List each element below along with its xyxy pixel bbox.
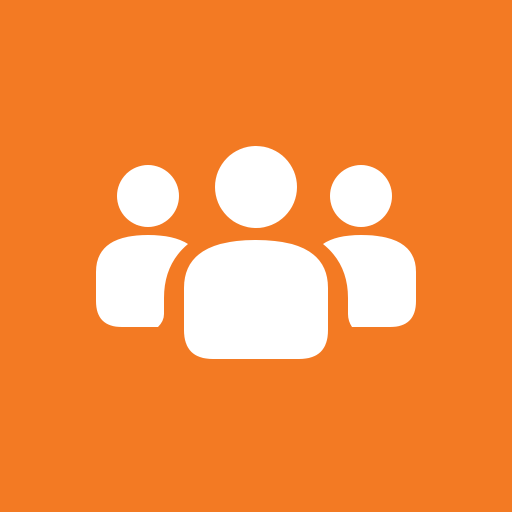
app-icon bbox=[0, 0, 512, 512]
left-person-head bbox=[117, 165, 179, 227]
right-person-head bbox=[330, 165, 392, 227]
center-person-head bbox=[215, 146, 297, 228]
group-users-icon bbox=[0, 0, 512, 512]
center-person-body bbox=[184, 240, 328, 359]
